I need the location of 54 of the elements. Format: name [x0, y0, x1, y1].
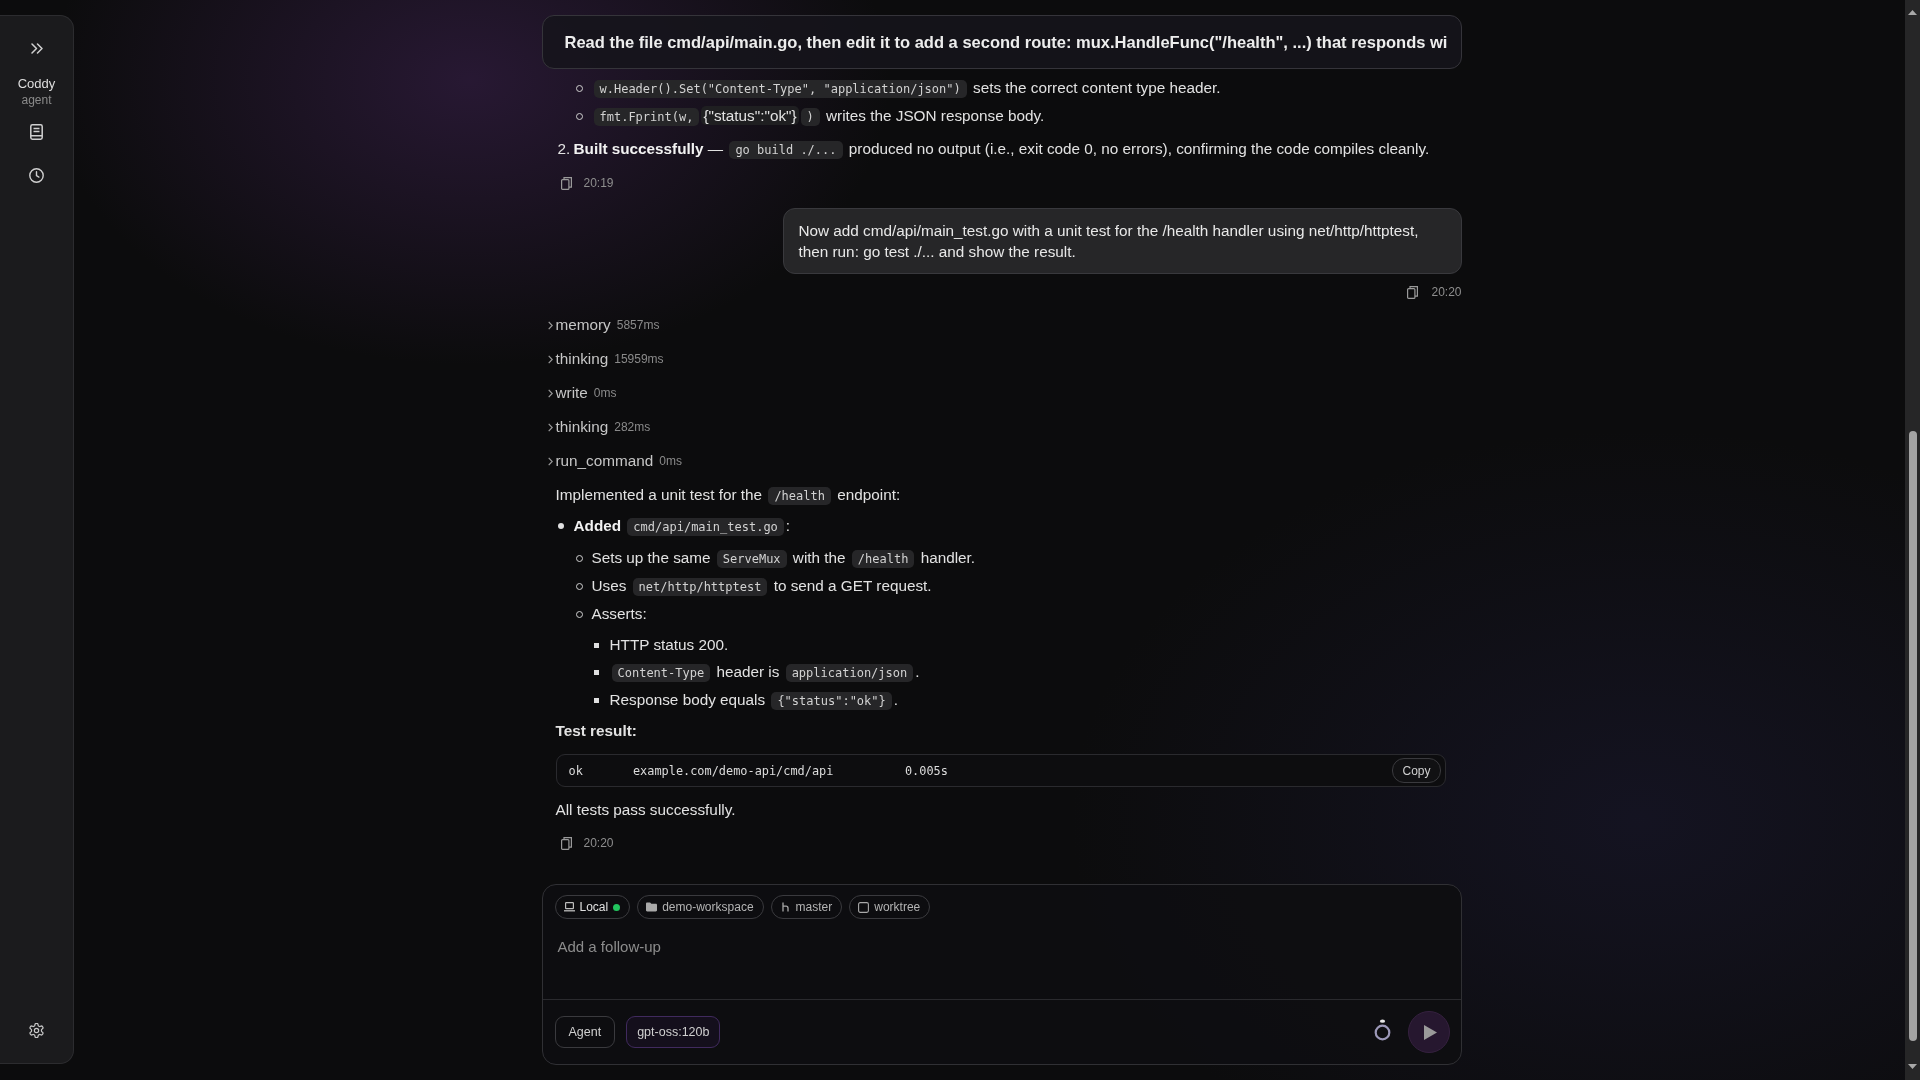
bullet-icon — [593, 669, 599, 675]
document-icon[interactable] — [30, 124, 43, 140]
list-item-text: Asserts: — [591, 604, 648, 624]
copy-icon[interactable] — [560, 836, 572, 850]
copy-icon[interactable] — [560, 176, 572, 190]
message-time: 20:20 — [583, 836, 614, 850]
list-item-text: HTTP status 200. — [609, 635, 730, 655]
composer[interactable]: Local demo-workspace master worktree Add a follow-up Agent gpt-oss:120b — [541, 884, 1462, 1065]
copy-icon[interactable] — [1407, 285, 1419, 299]
scrollbar[interactable] — [1905, 0, 1920, 1080]
app-name: Coddy — [17, 76, 56, 92]
send-button[interactable] — [1407, 1011, 1450, 1053]
model-button[interactable]: gpt-oss:120b — [626, 1016, 721, 1048]
branch-icon — [779, 902, 791, 912]
mode-button[interactable]: Agent — [554, 1016, 616, 1048]
message-text: Implemented a unit test for the /health endpoint: — [555, 485, 902, 507]
clock-icon[interactable] — [29, 168, 44, 183]
arrow-down-icon[interactable] — [1908, 1064, 1917, 1069]
list-item-text: Response body equals {"status":"ok"} . — [609, 690, 899, 712]
follow-up-field[interactable]: Add a follow-up — [542, 919, 1461, 1000]
message-time: 20:20 — [1431, 285, 1462, 299]
bullet-icon — [557, 523, 564, 529]
settings-icon[interactable] — [29, 1023, 44, 1038]
ring-icon — [1373, 1019, 1391, 1041]
list-item-text: Added cmd/api/main_test.go : — [573, 516, 792, 538]
list-item-text: fmt.Fprint(w, {"status":"ok"} ) writes the JSON response body. — [591, 105, 1462, 128]
section-label: Test result: — [555, 721, 638, 741]
list-item-text: w.Header().Set("Content-Type", "application/json") sets the correct content type header. — [591, 77, 1462, 100]
message-time: 20:19 — [583, 176, 614, 190]
list-item-text: Content-Type header is application/json . — [609, 661, 1462, 684]
message-text: All tests pass successfully. — [555, 800, 737, 820]
checkbox-icon[interactable] — [858, 901, 870, 913]
bullet-icon — [593, 697, 599, 703]
laptop-icon — [563, 902, 575, 912]
tool-call-toggle[interactable]: thinking 15959ms — [547, 342, 664, 376]
arrow-up-icon[interactable] — [1908, 10, 1917, 15]
list-number: 2. — [557, 139, 572, 159]
tool-call-toggle[interactable]: run_command 0ms — [547, 444, 682, 478]
folder-icon — [646, 902, 658, 912]
tool-call-toggle[interactable]: thinking 282ms — [547, 410, 651, 444]
code-text: ok example.com/demo-api/cmd/api 0.005s — [568, 763, 948, 778]
app-subtitle: agent — [21, 93, 52, 107]
list-item-text: Sets up the same ServeMux with the /health handler. — [591, 548, 977, 570]
play-icon — [1423, 1024, 1437, 1040]
tool-call-toggle[interactable]: write 0ms — [547, 376, 617, 410]
list-item-text: Built successfully — go build ./... produced no output (i.e., exit code 0, no errors), confirming the code compiles cleanly. — [573, 139, 1431, 161]
scrollbar-thumb[interactable] — [1908, 431, 1917, 1041]
tool-call-toggle[interactable]: memory 5857ms — [547, 308, 660, 342]
list-item-text: Uses net/http/httptest to send a GET request. — [591, 576, 933, 598]
copy-button[interactable]: Copy — [1392, 758, 1441, 783]
user-message: Now add cmd/api/main_test.go with a unit test for the /health handler using net/http/httptest, then run: go test ./... and show the result. — [782, 208, 1462, 274]
pinned-prompt: Read the file cmd/api/main.go, then edit it to add a second route: mux.HandleFunc("/health", ...) that responds wi — [541, 15, 1462, 69]
chevrons-right-icon[interactable] — [30, 43, 43, 54]
bullet-icon — [593, 642, 599, 648]
